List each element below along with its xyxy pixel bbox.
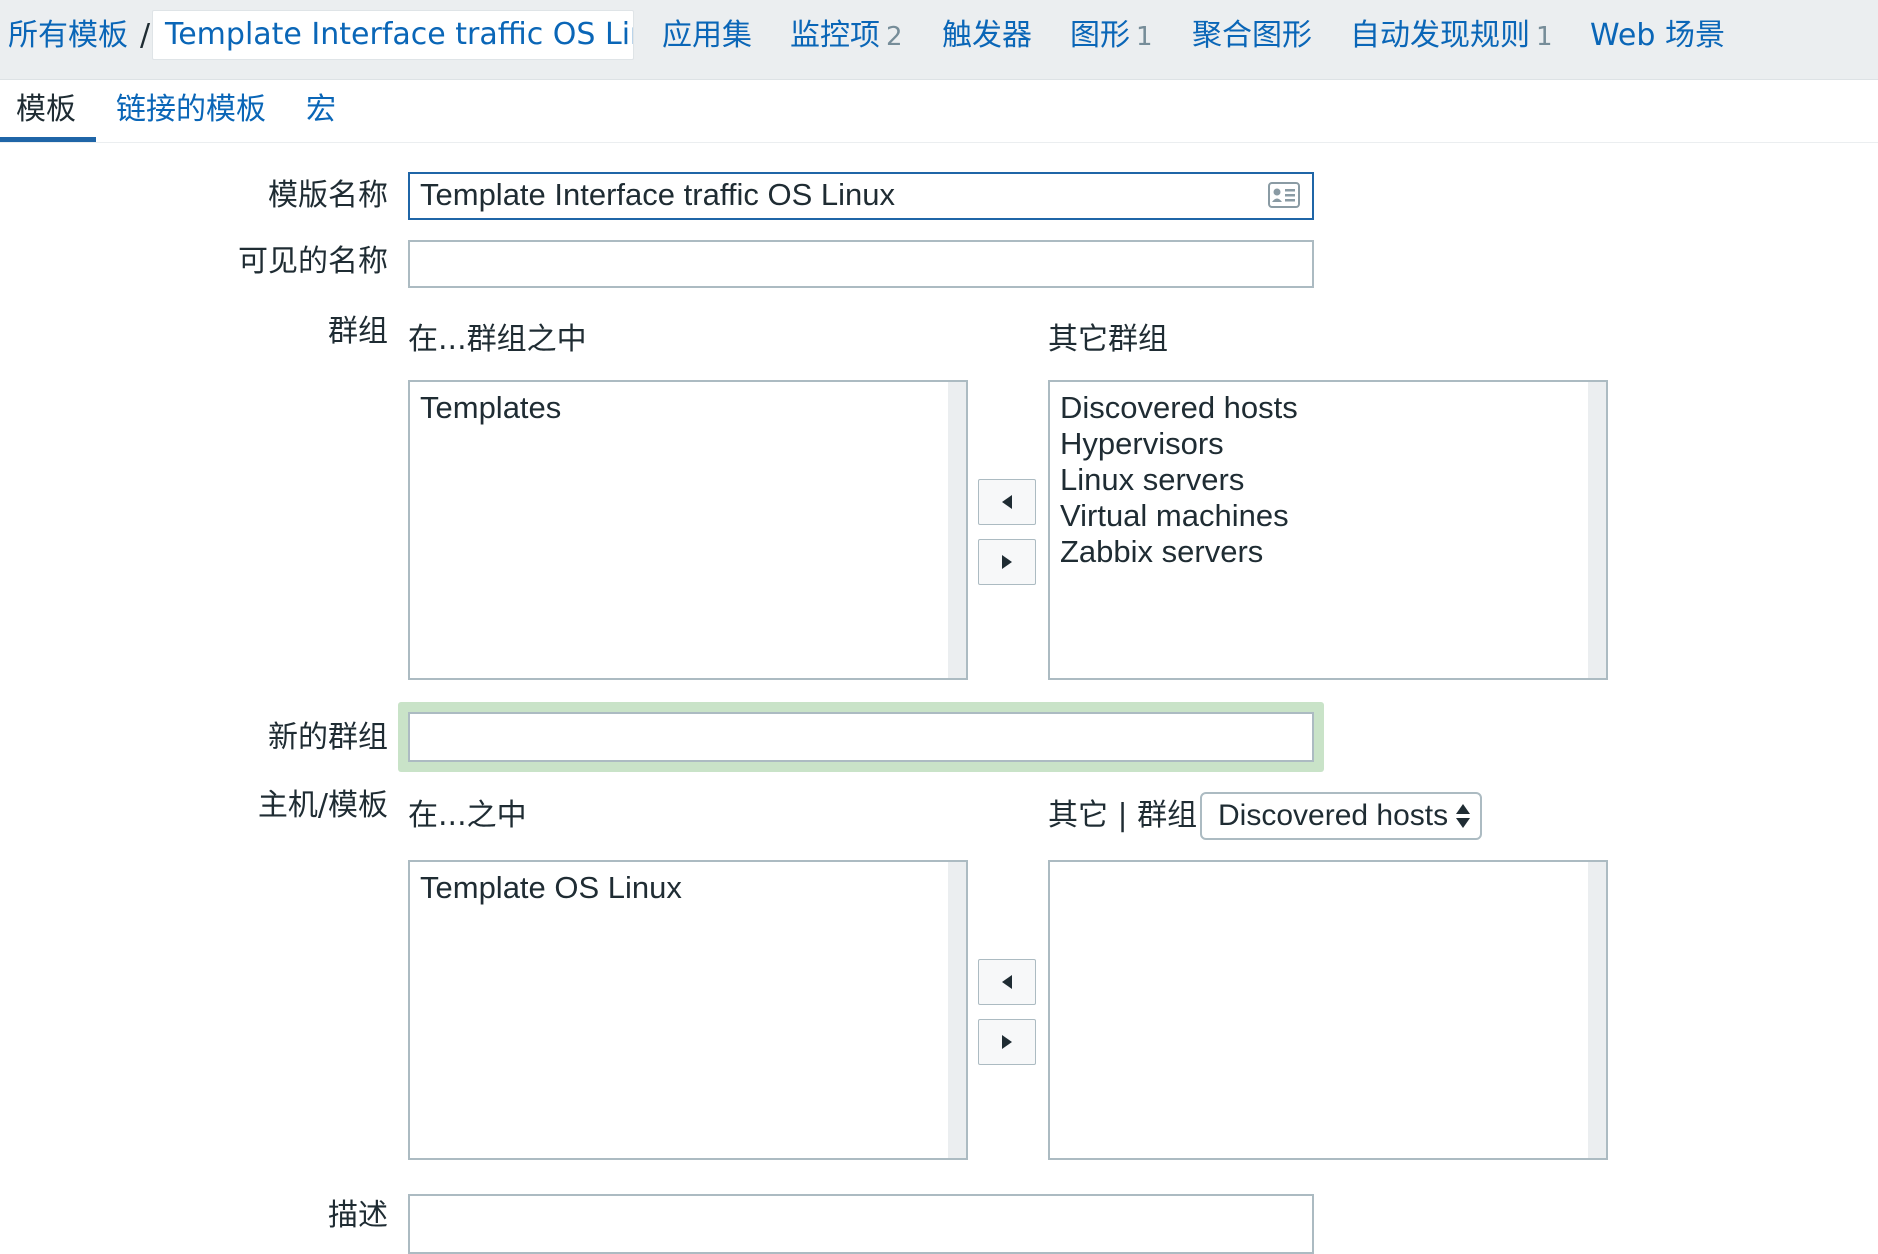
contact-card-icon[interactable] [1268, 182, 1300, 208]
host-group-select[interactable]: Discovered hosts [1200, 792, 1482, 840]
list-item[interactable]: Templates [420, 390, 956, 426]
other-groups-scrollbar[interactable] [1588, 382, 1606, 678]
nav-graphs[interactable]: 图形 1 [1070, 16, 1153, 57]
list-item[interactable]: Zabbix servers [1060, 534, 1596, 570]
in-hosts-scrollbar[interactable] [948, 862, 966, 1158]
in-groups-listbox[interactable]: Templates [408, 380, 968, 680]
nav-items-count: 2 [886, 22, 903, 52]
template-name-label: 模版名称 [268, 178, 388, 213]
nav-graphs-label: 图形 [1070, 18, 1130, 53]
nav-applications[interactable]: 应用集 [662, 16, 752, 56]
description-label: 描述 [328, 1198, 388, 1233]
other-hosts-listbox[interactable] [1048, 860, 1608, 1160]
new-group-label: 新的群组 [268, 720, 388, 755]
tab-linked-templates[interactable]: 链接的模板 [116, 90, 266, 130]
triangle-left-icon [1002, 975, 1012, 989]
template-name-value: Template Interface traffic OS Linux [420, 177, 895, 212]
nav-items[interactable]: 监控项 2 [790, 16, 903, 57]
nav-web-scenarios[interactable]: Web 场景 [1590, 16, 1725, 56]
tab-template[interactable]: 模板 [16, 90, 76, 130]
top-navigation: 所有模板 / Template Interface traffic OS Lin… [0, 0, 1878, 80]
move-group-left-button[interactable] [978, 479, 1036, 525]
in-groups-label: 在...群组之中 [408, 322, 587, 357]
visible-name-input[interactable] [408, 240, 1314, 288]
triangle-right-icon [1002, 555, 1012, 569]
active-tab-indicator [0, 137, 96, 142]
other-groups-label: 其它群组 [1048, 322, 1168, 357]
breadcrumb-all-templates[interactable]: 所有模板 [8, 16, 128, 56]
hosts-templates-label: 主机/模板 [257, 788, 388, 823]
list-item[interactable]: Discovered hosts [1060, 390, 1596, 426]
move-host-left-button[interactable] [978, 959, 1036, 1005]
move-host-right-button[interactable] [978, 1019, 1036, 1065]
in-groups-scrollbar[interactable] [948, 382, 966, 678]
breadcrumb-separator: / [140, 18, 151, 53]
other-groups-listbox[interactable]: Discovered hosts Hypervisors Linux serve… [1048, 380, 1608, 680]
host-group-select-value: Discovered hosts [1218, 799, 1449, 832]
nav-graphs-count: 1 [1136, 22, 1153, 52]
visible-name-label: 可见的名称 [238, 244, 388, 279]
nav-discovery-rules[interactable]: 自动发现规则 1 [1350, 16, 1553, 57]
breadcrumb-current-template[interactable]: Template Interface traffic OS Linux [152, 10, 634, 60]
template-name-input[interactable]: Template Interface traffic OS Linux [408, 172, 1314, 220]
nav-triggers[interactable]: 触发器 [942, 16, 1032, 56]
list-item[interactable]: Template OS Linux [420, 870, 956, 906]
list-item[interactable]: Virtual machines [1060, 498, 1596, 534]
nav-discovery-label: 自动发现规则 [1350, 18, 1530, 53]
up-down-caret-icon [1456, 804, 1470, 828]
triangle-right-icon [1002, 1035, 1012, 1049]
in-hosts-label: 在...之中 [408, 798, 527, 833]
groups-label: 群组 [328, 314, 388, 349]
description-textarea[interactable] [408, 1194, 1314, 1254]
list-item[interactable]: Linux servers [1060, 462, 1596, 498]
move-group-right-button[interactable] [978, 539, 1036, 585]
triangle-left-icon [1002, 495, 1012, 509]
nav-discovery-count: 1 [1536, 22, 1553, 52]
nav-items-label: 监控项 [790, 18, 880, 53]
nav-screens[interactable]: 聚合图形 [1192, 16, 1312, 56]
other-hosts-label: 其它 | 群组 [1048, 798, 1198, 833]
other-hosts-scrollbar[interactable] [1588, 862, 1606, 1158]
form-tabs: 模板 链接的模板 宏 [0, 80, 1878, 143]
list-item[interactable]: Hypervisors [1060, 426, 1596, 462]
in-hosts-listbox[interactable]: Template OS Linux [408, 860, 968, 1160]
tab-macros[interactable]: 宏 [306, 90, 336, 130]
new-group-input[interactable] [408, 712, 1314, 762]
